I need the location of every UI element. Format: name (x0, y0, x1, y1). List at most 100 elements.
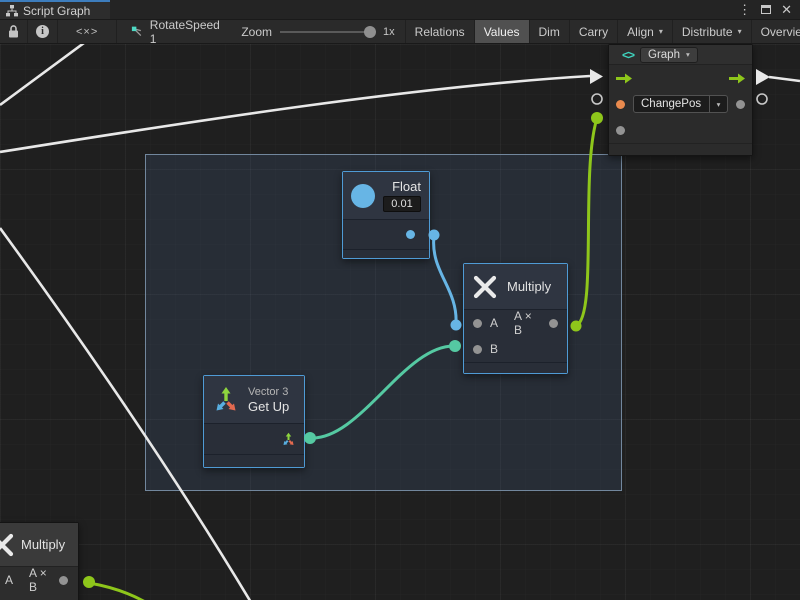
multiply-icon (472, 274, 498, 300)
code-preview-button[interactable]: <×> (58, 20, 117, 43)
code-preview-icon: <×> (76, 26, 98, 38)
vector3-port-icon[interactable] (281, 432, 296, 447)
info-button[interactable]: i (28, 20, 58, 43)
variable-input-port[interactable] (616, 100, 625, 109)
title-bar: Script Graph ⋮ ✕ (0, 0, 800, 20)
vector-port-row (204, 424, 304, 454)
multiply-row-b: B (464, 336, 567, 362)
multiply-node-header: Multiply (464, 264, 567, 310)
values-label: Values (484, 25, 520, 39)
node-footer (343, 249, 429, 258)
variable-select-arrow[interactable]: ▾ (709, 96, 727, 112)
variable-select[interactable]: ChangePos ▾ (633, 95, 728, 113)
align-label: Align (627, 25, 654, 39)
wire-white-topleft[interactable] (0, 44, 88, 105)
maximize-icon[interactable] (761, 5, 771, 14)
titlebar-spacer (110, 0, 730, 19)
node-footer (204, 454, 304, 467)
value-input-port[interactable] (616, 126, 625, 135)
float-icon (351, 184, 375, 208)
tab-title: Script Graph (23, 4, 90, 18)
relations-label: Relations (415, 25, 465, 39)
zoom-label: Zoom (241, 25, 272, 39)
zoom-slider-handle[interactable] (364, 26, 376, 38)
multiply2-row-b (0, 593, 78, 600)
graph-toolbar: i <×> RotateSpeed 1 Zoom 1x Relations Va… (0, 20, 800, 44)
tab-script-graph[interactable]: Script Graph (0, 0, 110, 19)
port-a-label: A (5, 573, 13, 587)
multiply2-node-title: Multiply (21, 537, 65, 552)
chevron-down-icon: ▾ (686, 50, 690, 59)
node-vector3-get-up[interactable]: Vector 3 Get Up (203, 375, 305, 468)
wire-white-out-of-graph-node[interactable] (769, 77, 800, 81)
graph-reference-button[interactable]: RotateSpeed 1 (117, 20, 231, 43)
input-port-b[interactable] (473, 345, 482, 354)
graph-breadcrumb-dropdown[interactable]: Graph ▾ (640, 47, 698, 63)
wire-arrowhead-out (756, 69, 770, 85)
graph-node-header: <> Graph ▾ (609, 45, 752, 65)
wire-multiply2-output[interactable] (89, 583, 168, 600)
port-out-label: A × B (29, 566, 51, 594)
toolbar-button-distribute[interactable]: Distribute ▾ (673, 20, 752, 43)
dim-label: Dim (539, 25, 560, 39)
toolbar-button-relations[interactable]: Relations (406, 20, 475, 43)
vector-node-title: Get Up (248, 399, 289, 414)
toolbar-button-carry[interactable]: Carry (570, 20, 618, 43)
graph-asset-icon (131, 25, 144, 39)
float-value-input[interactable]: 0.01 (383, 196, 421, 212)
close-icon[interactable]: ✕ (781, 3, 792, 16)
float-node-header: Float 0.01 (343, 172, 429, 220)
flow-port-row (609, 65, 752, 91)
vector-node-header: Vector 3 Get Up (204, 376, 304, 424)
toolbar-button-values[interactable]: Values (475, 20, 530, 43)
node-graph-changepos[interactable]: <> Graph ▾ ChangePos ▾ (608, 44, 753, 156)
multiply2-node-header: Multiply (0, 523, 78, 567)
wire-endpoint (591, 112, 603, 124)
variable-select-value: ChangePos (634, 98, 709, 110)
graph-reference-label: RotateSpeed 1 (150, 18, 222, 46)
wire-arrowhead-in (590, 69, 603, 84)
flow-in-arrow-icon[interactable] (616, 73, 632, 84)
node-multiply-2[interactable]: Multiply A A × B (0, 522, 79, 600)
node-footer (609, 143, 752, 155)
chevron-down-icon: ▾ (717, 100, 721, 109)
node-multiply[interactable]: Multiply A A × B B (463, 263, 568, 374)
variable-port-row: ChangePos ▾ (609, 91, 752, 117)
info-icon: i (36, 25, 49, 38)
input-port-a[interactable] (473, 319, 482, 328)
flow-out-arrow-icon[interactable] (729, 73, 745, 84)
zoom-value: 1x (383, 26, 395, 38)
zoom-control: Zoom 1x (231, 20, 405, 43)
graph-breadcrumb-label: Graph (648, 49, 680, 61)
script-graph-icon (6, 5, 18, 17)
vector-node-type: Vector 3 (248, 386, 288, 398)
output-port[interactable] (549, 319, 558, 328)
wire-white-into-graph-node[interactable] (0, 76, 590, 152)
overview-label: Overview (761, 25, 800, 39)
node-footer (464, 362, 567, 373)
output-port[interactable] (59, 576, 68, 585)
unconnected-endpoint-right (757, 94, 767, 104)
float-output-port[interactable] (406, 230, 415, 239)
code-icon: <> (622, 48, 634, 62)
node-float[interactable]: Float 0.01 (342, 171, 430, 259)
window-controls: ⋮ ✕ (730, 0, 800, 19)
toolbar-button-overview[interactable]: Overview (752, 20, 800, 43)
carry-label: Carry (579, 25, 608, 39)
zoom-slider[interactable] (280, 31, 375, 33)
script-graph-window: Script Graph ⋮ ✕ i <×> RotateSpeed (0, 0, 800, 600)
graph-canvas[interactable]: <> Graph ▾ ChangePos ▾ (0, 44, 800, 600)
wire-endpoint (83, 576, 95, 588)
multiply2-row-a: A A × B (0, 567, 78, 593)
unconnected-endpoint-left (592, 94, 602, 104)
chevron-down-icon: ▾ (738, 27, 742, 36)
value-output-port[interactable] (736, 100, 745, 109)
window-menu-icon[interactable]: ⋮ (738, 3, 751, 16)
toolbar-button-dim[interactable]: Dim (530, 20, 570, 43)
multiply-node-title: Multiply (507, 279, 551, 294)
toolbar-button-align[interactable]: Align ▾ (618, 20, 673, 43)
float-node-title: Float (392, 179, 421, 194)
multiply-icon (0, 532, 15, 558)
lock-button[interactable] (0, 20, 28, 43)
vector3-icon (211, 385, 241, 415)
